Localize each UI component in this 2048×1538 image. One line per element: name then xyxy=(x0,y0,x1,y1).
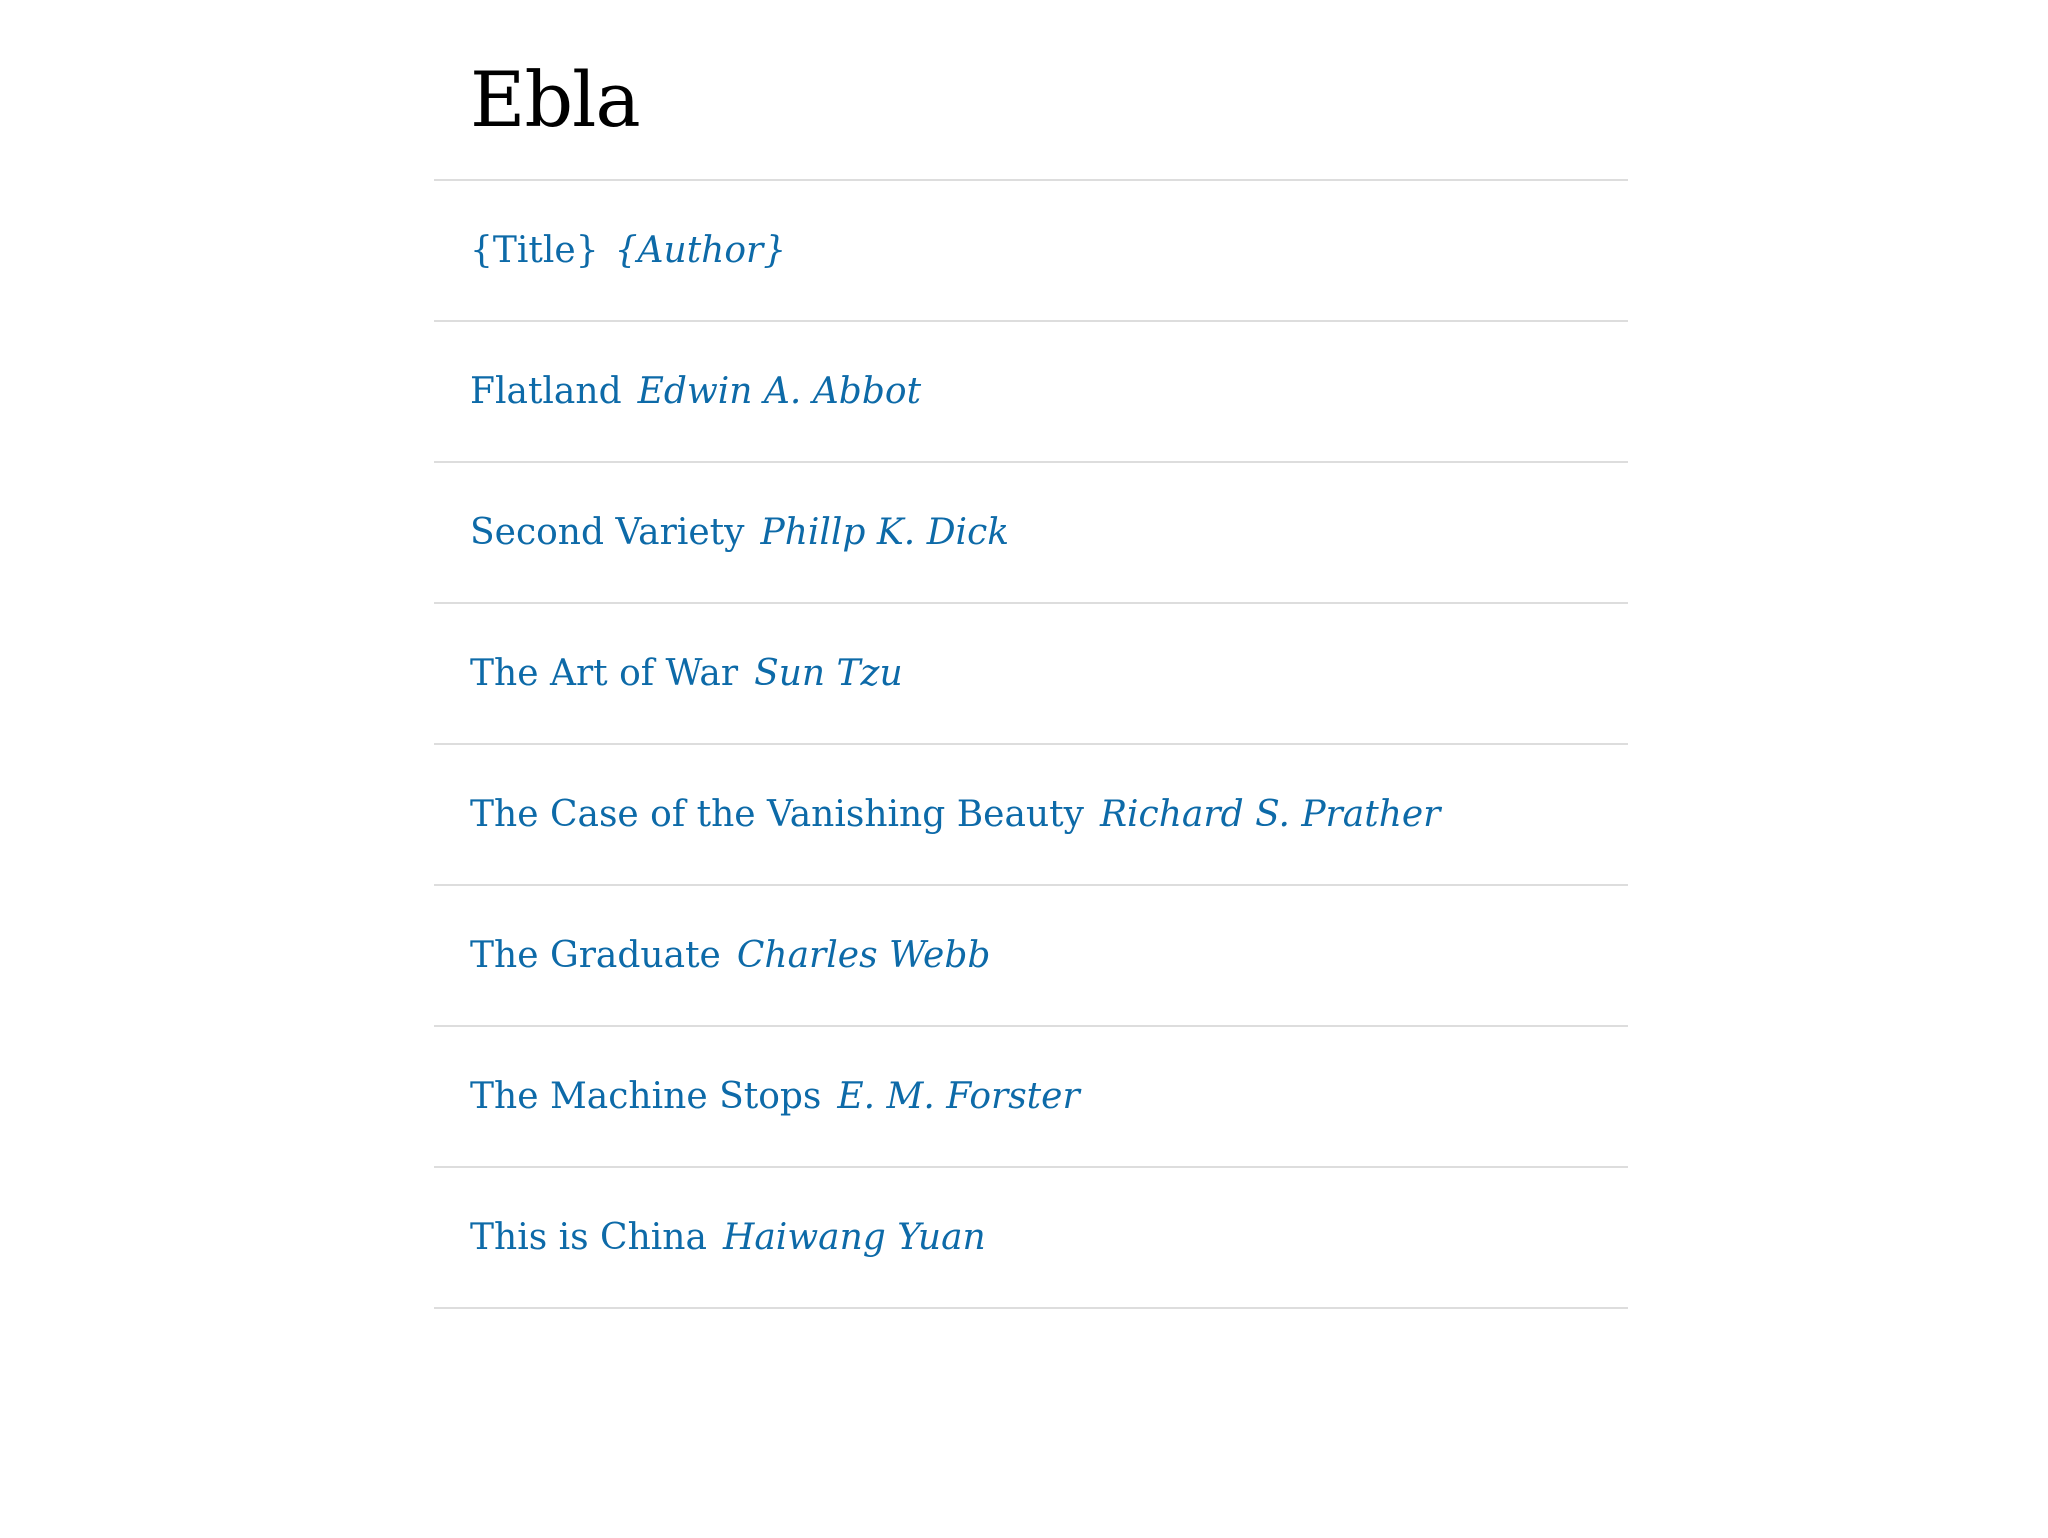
book-list: {Title} {Author} Flatland Edwin A. Abbot S… xyxy=(434,181,1628,1309)
book-author: {Author} xyxy=(614,230,787,271)
book-list-item[interactable]: The Art of War Sun Tzu xyxy=(434,604,1628,745)
book-list-item[interactable]: The Case of the Vanishing Beauty Richard … xyxy=(434,745,1628,886)
book-link[interactable]: This is China Haiwang Yuan xyxy=(470,1217,986,1258)
book-author: Phillp K. Dick xyxy=(760,512,1010,553)
book-link[interactable]: The Graduate Charles Webb xyxy=(470,935,990,976)
book-title: The Case of the Vanishing Beauty xyxy=(470,794,1084,835)
book-list-item[interactable]: The Machine Stops E. M. Forster xyxy=(434,1027,1628,1168)
book-author: Sun Tzu xyxy=(754,653,903,694)
book-link[interactable]: Flatland Edwin A. Abbot xyxy=(470,371,921,412)
book-link[interactable]: The Machine Stops E. M. Forster xyxy=(470,1076,1080,1117)
book-author: Edwin A. Abbot xyxy=(637,371,922,412)
book-list-item[interactable]: Flatland Edwin A. Abbot xyxy=(434,322,1628,463)
main-container: Ebla {Title} {Author} Flatland Edwin A. Ab… xyxy=(434,0,1628,1309)
book-title: Flatland xyxy=(470,371,622,412)
book-link[interactable]: The Art of War Sun Tzu xyxy=(470,653,903,694)
book-title: This is China xyxy=(470,1217,707,1258)
book-list-item[interactable]: This is China Haiwang Yuan xyxy=(434,1168,1628,1309)
book-author: Haiwang Yuan xyxy=(722,1217,986,1258)
book-list-item[interactable]: The Graduate Charles Webb xyxy=(434,886,1628,1027)
page-title: Ebla xyxy=(434,0,1628,181)
book-link[interactable]: Second Variety Phillp K. Dick xyxy=(470,512,1009,553)
book-list-item[interactable]: Second Variety Phillp K. Dick xyxy=(434,463,1628,604)
book-title: Second Variety xyxy=(470,512,745,553)
book-title: The Machine Stops xyxy=(470,1076,822,1117)
book-link[interactable]: {Title} {Author} xyxy=(470,230,786,271)
book-author: Charles Webb xyxy=(736,935,991,976)
book-title: The Graduate xyxy=(470,935,721,976)
book-title: The Art of War xyxy=(470,653,739,694)
book-list-item[interactable]: {Title} {Author} xyxy=(434,181,1628,322)
book-title: {Title} xyxy=(470,230,599,271)
book-link[interactable]: The Case of the Vanishing Beauty Richard … xyxy=(470,794,1440,835)
book-author: E. M. Forster xyxy=(837,1076,1080,1117)
book-author: Richard S. Prather xyxy=(1099,794,1441,835)
